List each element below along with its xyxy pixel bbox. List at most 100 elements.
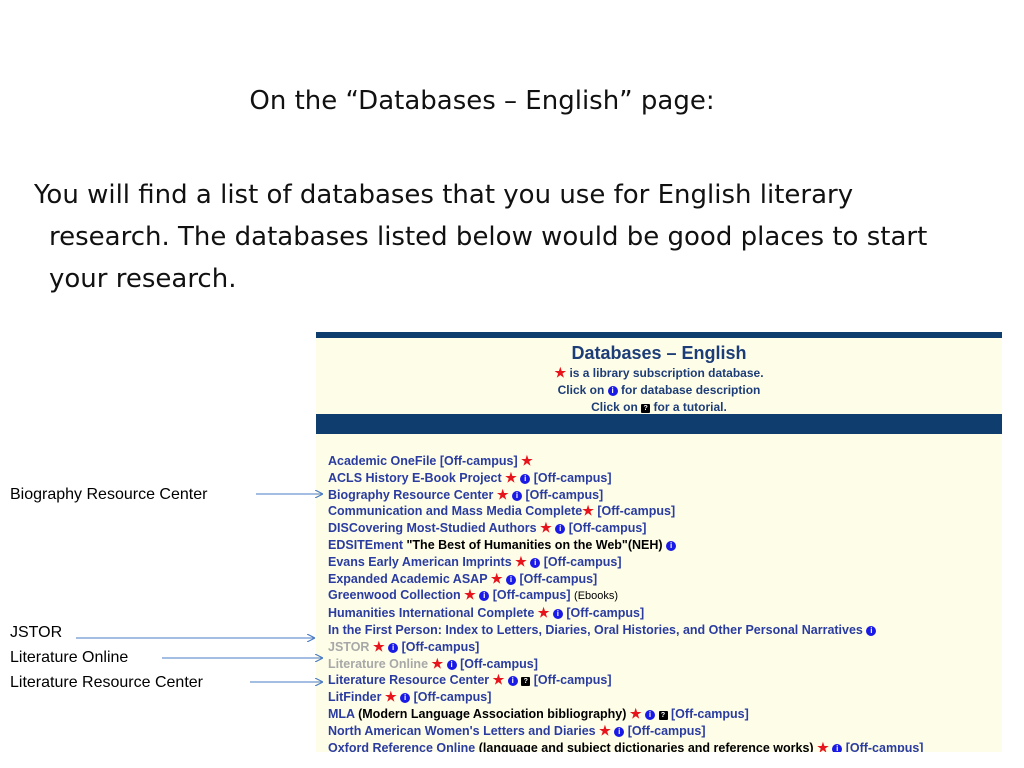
callout-biography: Biography Resource Center (10, 486, 208, 503)
info-icon[interactable]: i (555, 524, 566, 535)
star-icon: ★ (629, 705, 642, 721)
off-campus-link[interactable]: [Off-campus] (534, 673, 612, 687)
off-campus-link[interactable]: [Off-campus] (525, 488, 603, 502)
tutorial-icon[interactable]: ? (658, 710, 668, 720)
info-icon[interactable]: i (507, 676, 518, 687)
database-list: Academic OneFile [Off-campus] ★ ACLS His… (328, 453, 1002, 752)
list-item[interactable]: MLA (Modern Language Association bibliog… (328, 706, 1002, 723)
info-icon[interactable]: i (832, 743, 843, 752)
list-item[interactable]: In the First Person: Index to Letters, D… (328, 622, 1002, 639)
database-link[interactable]: EDSITEment (328, 538, 403, 552)
list-item[interactable]: DISCovering Most-Studied Authors ★ i [Of… (328, 520, 1002, 537)
off-campus-link[interactable]: [Off-campus] (671, 707, 749, 721)
off-campus-link[interactable]: [Off-campus] (493, 588, 571, 602)
database-link[interactable]: JSTOR (328, 640, 369, 654)
info-icon[interactable]: i (505, 574, 516, 585)
list-item[interactable]: Communication and Mass Media Complete★ [… (328, 503, 1002, 520)
info-icon[interactable]: i (511, 490, 522, 501)
databases-screenshot: Databases – English ★ is a library subsc… (316, 332, 1002, 752)
database-link[interactable]: Expanded Academic ASAP (328, 572, 487, 586)
off-campus-link[interactable]: [Off-campus] (414, 690, 492, 704)
star-icon: ★ (540, 520, 552, 536)
legend-tutorial-prefix: Click on (591, 400, 638, 414)
star-icon: ★ (817, 739, 829, 752)
info-icon[interactable]: i (552, 609, 563, 620)
list-item[interactable]: Evans Early American Imprints ★ i [Off-c… (328, 554, 1002, 571)
star-icon: ★ (599, 722, 611, 738)
star-icon: ★ (490, 570, 503, 586)
off-campus-link[interactable]: [Off-campus] (544, 555, 622, 569)
database-link[interactable]: Literature Resource Center (328, 673, 489, 687)
divider-bar (316, 414, 1002, 434)
off-campus-link[interactable]: [Off-campus] (534, 471, 612, 485)
info-icon[interactable]: i (446, 659, 457, 670)
info-icon[interactable]: i (400, 693, 411, 704)
list-item[interactable]: Oxford Reference Online (language and su… (328, 740, 1002, 752)
star-icon: ★ (464, 587, 476, 603)
info-icon[interactable]: i (666, 540, 677, 551)
database-link[interactable]: Humanities International Complete (328, 606, 534, 620)
star-icon: ★ (515, 553, 527, 569)
star-icon: ★ (537, 605, 550, 621)
database-link[interactable]: In the First Person: Index to Letters, D… (328, 623, 863, 637)
legend-tutorial-suffix: for a tutorial. (653, 400, 727, 414)
info-icon[interactable]: i (530, 557, 541, 568)
database-link[interactable]: North American Women's Letters and Diari… (328, 724, 596, 738)
list-item[interactable]: Literature Resource Center ★ i ? [Off-ca… (328, 672, 1002, 689)
page-heading: Databases – English (571, 343, 747, 363)
list-item[interactable]: Biography Resource Center ★ i [Off-campu… (328, 487, 1002, 504)
off-campus-link[interactable]: [Off-campus] (519, 572, 597, 586)
list-item[interactable]: Literature Online ★ i [Off-campus] (328, 656, 1002, 673)
database-link[interactable]: ACLS History E-Book Project (328, 471, 502, 485)
database-link[interactable]: Oxford Reference Online (328, 741, 475, 752)
list-item[interactable]: North American Women's Letters and Diari… (328, 723, 1002, 740)
off-campus-link[interactable]: [Off-campus] (402, 640, 480, 654)
off-campus-link[interactable]: [Off-campus] (597, 504, 675, 518)
star-icon: ★ (521, 453, 533, 468)
database-link[interactable]: Evans Early American Imprints (328, 555, 512, 569)
list-item[interactable]: Expanded Academic ASAP ★ i [Off-campus] (328, 571, 1002, 588)
star-icon: ★ (431, 655, 444, 671)
legend-star: ★ is a library subscription database. (316, 364, 1002, 382)
ebooks-note: (Ebooks) (574, 590, 619, 603)
database-link[interactable]: Communication and Mass Media Complete (328, 504, 582, 518)
list-item[interactable]: LitFinder ★ i [Off-campus] (328, 689, 1002, 706)
star-icon: ★ (372, 638, 385, 654)
list-item[interactable]: JSTOR ★ i [Off-campus] (328, 639, 1002, 656)
info-icon[interactable]: i (479, 591, 490, 602)
database-link[interactable]: LitFinder (328, 690, 381, 704)
off-campus-link[interactable]: [Off-campus] (566, 606, 644, 620)
off-campus-link[interactable]: [Off-campus] (569, 521, 647, 535)
database-description: "The Best of Humanities on the Web"(NEH) (406, 537, 663, 552)
slide-title: On the “Databases – English” page: (249, 86, 715, 116)
callout-literature-online: Literature Online (10, 649, 129, 666)
info-icon[interactable]: i (520, 473, 531, 484)
star-icon: ★ (554, 365, 567, 380)
database-link[interactable]: Greenwood Collection (328, 588, 461, 602)
off-campus-link[interactable]: [Off-campus] (628, 724, 706, 738)
database-link[interactable]: Biography Resource Center (328, 488, 493, 502)
database-link[interactable]: Academic OneFile [Off-campus] (328, 454, 518, 468)
legend-info-suffix: for database description (621, 383, 761, 397)
off-campus-link[interactable]: [Off-campus] (846, 741, 924, 752)
info-icon[interactable]: i (866, 625, 877, 636)
list-item[interactable]: ACLS History E-Book Project ★ i [Off-cam… (328, 470, 1002, 487)
database-link[interactable]: Literature Online (328, 657, 428, 671)
list-item[interactable]: Greenwood Collection ★ i [Off-campus] (E… (328, 587, 1002, 605)
top-bar (316, 332, 1002, 338)
off-campus-link[interactable]: [Off-campus] (460, 657, 538, 671)
info-icon[interactable]: i (645, 709, 656, 720)
database-description: (Modern Language Association bibliograph… (358, 706, 627, 721)
tutorial-icon: ? (641, 404, 651, 413)
info-icon[interactable]: i (614, 726, 625, 737)
callout-literature-resource-center: Literature Resource Center (10, 674, 203, 691)
list-item[interactable]: EDSITEment "The Best of Humanities on th… (328, 537, 1002, 554)
star-icon: ★ (582, 503, 594, 519)
database-link[interactable]: MLA (328, 707, 355, 721)
list-item[interactable]: Humanities International Complete ★ i [O… (328, 605, 1002, 622)
list-item[interactable]: Academic OneFile [Off-campus] ★ (328, 453, 1002, 470)
info-icon[interactable]: i (388, 642, 399, 653)
star-icon: ★ (496, 486, 509, 502)
database-link[interactable]: DISCovering Most-Studied Authors (328, 521, 537, 535)
tutorial-icon[interactable]: ? (521, 677, 531, 687)
